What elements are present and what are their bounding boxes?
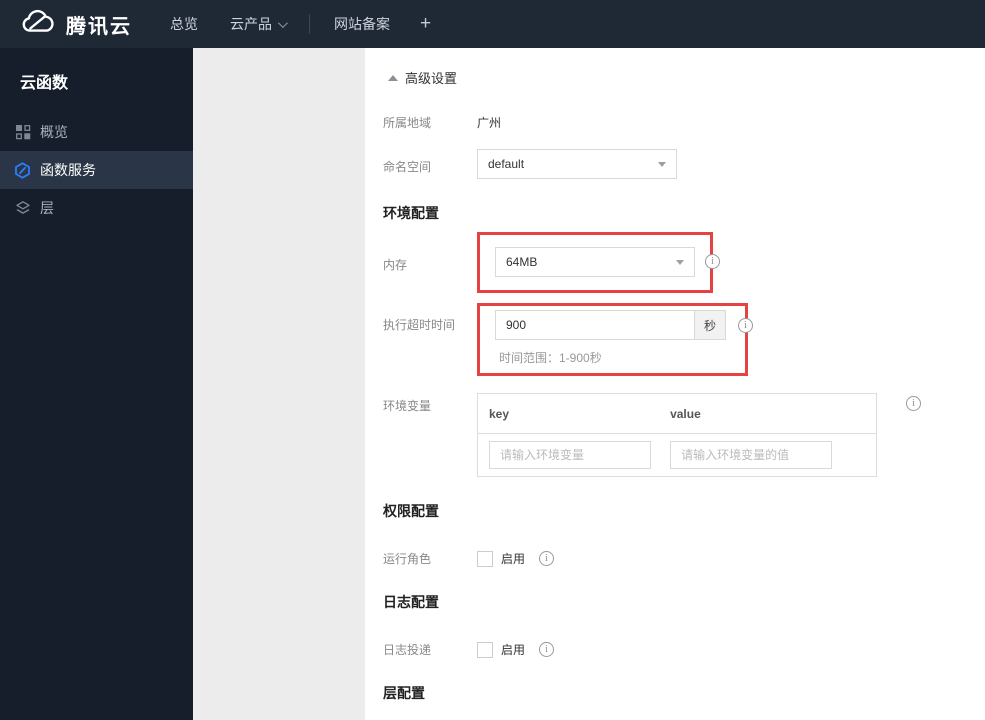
background-panel — [193, 48, 365, 720]
brand-name: 腾讯云 — [66, 15, 132, 38]
log-delivery-control: 启用 — [477, 641, 555, 658]
chevron-down-icon — [277, 17, 288, 28]
namespace-row: 命名空间 default — [383, 149, 985, 179]
brand[interactable]: 腾讯云 — [0, 9, 154, 39]
memory-info-icon[interactable] — [705, 254, 720, 269]
sidebar-item-layers[interactable]: 层 — [0, 189, 193, 227]
memory-label: 内存 — [383, 258, 408, 272]
env-config-heading: 环境配置 — [383, 205, 439, 221]
scf-hexagon-icon — [14, 161, 31, 179]
add-tab-button[interactable]: + — [406, 13, 445, 35]
timeout-input-group: 秒 — [495, 310, 727, 340]
run-role-checkbox[interactable] — [477, 550, 493, 567]
collapse-arrow-icon — [388, 74, 398, 81]
timeout-info-icon[interactable] — [738, 318, 753, 333]
log-delivery-info-icon[interactable] — [539, 642, 555, 657]
run-role-row: 运行角色 启用 — [383, 550, 985, 567]
run-role-enable-label: 启用 — [501, 552, 526, 566]
sidebar-item-label: 层 — [40, 200, 54, 216]
log-delivery-checkbox[interactable] — [477, 641, 493, 658]
run-role-info-icon[interactable] — [539, 551, 555, 566]
caret-down-icon — [658, 161, 666, 167]
env-key-header: key — [489, 406, 510, 421]
advanced-settings-label: 高级设置 — [405, 71, 458, 86]
namespace-select[interactable]: default — [477, 149, 677, 179]
nav-overview[interactable]: 总览 — [154, 14, 214, 34]
sidebar-item-label: 概览 — [40, 124, 68, 140]
timeout-row: 执行超时时间 秒 时间范围：1-900秒 — [383, 303, 985, 376]
timeout-label: 执行超时时间 — [383, 318, 456, 332]
run-role-control: 启用 — [477, 550, 555, 567]
nav-divider — [309, 14, 310, 34]
sidebar-item-overview[interactable]: 概览 — [0, 113, 193, 151]
env-vars-header-row: key value — [478, 394, 876, 434]
env-value-input[interactable] — [670, 441, 833, 469]
caret-down-icon — [676, 259, 684, 265]
run-role-label: 运行角色 — [383, 552, 432, 566]
grid-icon — [14, 124, 31, 141]
region-value: 广州 — [477, 116, 502, 130]
perm-config-heading: 权限配置 — [383, 503, 439, 519]
nav-products[interactable]: 云产品 — [214, 14, 301, 34]
advanced-settings-toggle[interactable]: 高级设置 — [388, 68, 985, 87]
sidebar-item-label: 函数服务 — [40, 162, 96, 178]
layers-icon — [14, 200, 31, 217]
env-key-input[interactable] — [489, 441, 651, 469]
timeout-unit: 秒 — [695, 310, 726, 340]
log-delivery-row: 日志投递 启用 — [383, 641, 985, 658]
layer-config-heading: 层配置 — [383, 685, 425, 701]
sidebar: 云函数 概览 函数服务 层 — [0, 48, 193, 720]
nav-products-label: 云产品 — [230, 16, 272, 32]
env-vars-input-row — [478, 434, 876, 476]
env-value-cell — [670, 441, 876, 469]
env-value-header: value — [670, 406, 701, 421]
region-row: 所属地域 广州 — [383, 114, 985, 131]
env-key-cell — [478, 441, 670, 469]
log-delivery-label: 日志投递 — [383, 643, 432, 657]
sidebar-item-function-service[interactable]: 函数服务 — [0, 151, 193, 189]
tencent-cloud-logo-icon — [20, 9, 56, 39]
memory-select[interactable]: 64MB — [495, 247, 695, 277]
log-config-heading: 日志配置 — [383, 594, 439, 610]
namespace-label: 命名空间 — [383, 160, 432, 174]
top-nav-items: 总览 云产品 网站备案 + — [154, 13, 445, 35]
memory-highlight-box: 64MB — [477, 232, 720, 293]
timeout-hint: 时间范围：1-900秒 — [499, 351, 602, 365]
env-vars-row: 环境变量 key value — [383, 393, 985, 477]
sidebar-title: 云函数 — [20, 75, 69, 92]
memory-row: 内存 64MB — [383, 232, 985, 293]
region-label: 所属地域 — [383, 116, 432, 130]
nav-beian[interactable]: 网站备案 — [318, 14, 406, 34]
timeout-input[interactable] — [495, 310, 695, 340]
namespace-selected-value: default — [488, 157, 525, 171]
memory-selected-value: 64MB — [506, 255, 538, 269]
env-vars-label: 环境变量 — [383, 399, 432, 413]
env-vars-info-icon[interactable] — [906, 396, 921, 411]
env-vars-table: key value — [477, 393, 877, 477]
top-navbar: 腾讯云 总览 云产品 网站备案 + — [0, 0, 985, 48]
timeout-highlight-box: 秒 时间范围：1-900秒 — [477, 303, 753, 376]
log-delivery-enable-label: 启用 — [501, 643, 526, 657]
advanced-settings-panel: 高级设置 所属地域 广州 命名空间 default 环境配置 内存 64MB 执… — [365, 48, 985, 720]
